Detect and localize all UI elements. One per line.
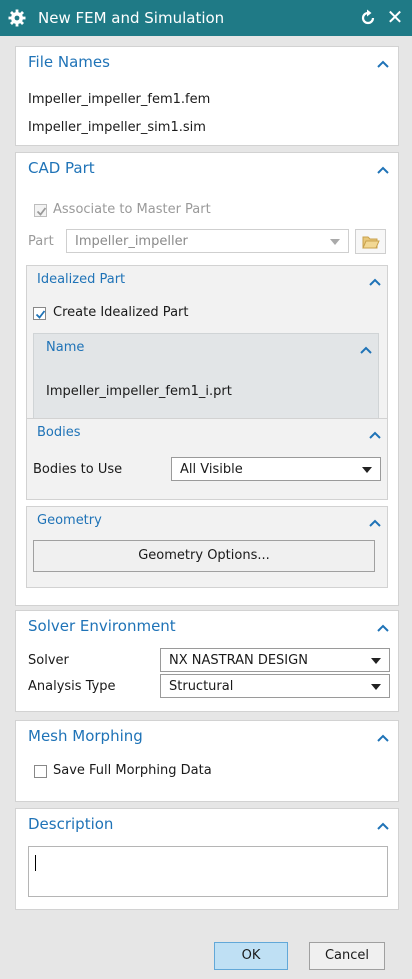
cad-part-section: CAD Part Associate to Master Part Part I… (15, 152, 399, 606)
solver-environment-section: Solver Environment Solver NX NASTRAN DES… (15, 610, 399, 712)
idealized-part-panel: Idealized Part Create Idealized Part Nam… (26, 265, 388, 436)
solver-label: Solver (28, 653, 69, 668)
part-label: Part (28, 234, 54, 249)
folder-icon (362, 236, 380, 249)
associate-label: Associate to Master Part (53, 202, 211, 217)
analysis-type-label: Analysis Type (28, 679, 116, 694)
file-names-section: File Names Impeller_impeller_fem1.fem Im… (15, 46, 399, 146)
file-names-title[interactable]: File Names (28, 53, 110, 71)
chevron-up-icon[interactable] (377, 734, 389, 742)
part-select[interactable]: Impeller_impeller (66, 229, 349, 253)
description-textarea[interactable] (28, 846, 388, 897)
create-idealized-checkbox[interactable] (33, 307, 46, 320)
part-select-value: Impeller_impeller (75, 234, 188, 249)
chevron-up-icon[interactable] (377, 624, 389, 632)
browse-folder-button[interactable] (355, 229, 386, 254)
associate-checkbox[interactable] (34, 204, 47, 217)
cancel-button[interactable]: Cancel (309, 942, 385, 970)
idealized-part-title[interactable]: Idealized Part (37, 272, 125, 287)
bodies-panel: Bodies Bodies to Use All Visible (26, 418, 388, 500)
bodies-title[interactable]: Bodies (37, 425, 81, 440)
dropdown-arrow-icon (371, 684, 381, 690)
description-section: Description (15, 808, 399, 910)
save-morphing-checkbox[interactable] (34, 765, 47, 778)
text-caret (35, 855, 36, 871)
chevron-up-icon[interactable] (360, 346, 372, 354)
solver-value: NX NASTRAN DESIGN (169, 653, 308, 668)
save-morphing-label: Save Full Morphing Data (53, 763, 212, 778)
chevron-up-icon[interactable] (377, 166, 389, 174)
mesh-morphing-section: Mesh Morphing Save Full Morphing Data (15, 720, 399, 802)
bodies-to-use-value: All Visible (180, 462, 243, 477)
fem-file-name: Impeller_impeller_fem1.fem (28, 92, 211, 107)
idealized-name-value: Impeller_impeller_fem1_i.prt (46, 384, 232, 399)
solver-environment-title[interactable]: Solver Environment (28, 617, 176, 635)
name-subpanel: Name Impeller_impeller_fem1_i.prt (33, 333, 379, 428)
analysis-type-select[interactable]: Structural (160, 674, 390, 698)
chevron-up-icon[interactable] (369, 431, 381, 439)
gear-icon[interactable] (8, 9, 26, 27)
analysis-type-value: Structural (169, 679, 234, 694)
ok-button[interactable]: OK (214, 942, 288, 970)
sim-file-name: Impeller_impeller_sim1.sim (28, 120, 206, 135)
mesh-morphing-title[interactable]: Mesh Morphing (28, 727, 143, 745)
chevron-up-icon[interactable] (377, 822, 389, 830)
dropdown-arrow-icon (371, 658, 381, 664)
reset-icon[interactable] (358, 8, 378, 28)
description-title[interactable]: Description (28, 815, 113, 833)
name-header[interactable]: Name (46, 340, 84, 355)
solver-select[interactable]: NX NASTRAN DESIGN (160, 648, 390, 672)
geometry-title[interactable]: Geometry (37, 513, 102, 528)
bodies-to-use-select[interactable]: All Visible (171, 457, 381, 481)
bodies-to-use-label: Bodies to Use (33, 462, 123, 477)
create-idealized-label: Create Idealized Part (53, 305, 189, 320)
cad-part-title[interactable]: CAD Part (28, 159, 95, 177)
chevron-up-icon[interactable] (369, 278, 381, 286)
dialog-title: New FEM and Simulation (38, 9, 225, 27)
chevron-up-icon[interactable] (377, 60, 389, 68)
dropdown-arrow-icon (330, 239, 340, 245)
geometry-panel: Geometry Geometry Options... (26, 506, 388, 588)
geometry-options-button[interactable]: Geometry Options... (33, 540, 375, 572)
title-bar: New FEM and Simulation ✕ (0, 0, 412, 36)
chevron-up-icon[interactable] (369, 519, 381, 527)
dropdown-arrow-icon (362, 467, 372, 473)
close-icon[interactable]: ✕ (384, 6, 406, 28)
